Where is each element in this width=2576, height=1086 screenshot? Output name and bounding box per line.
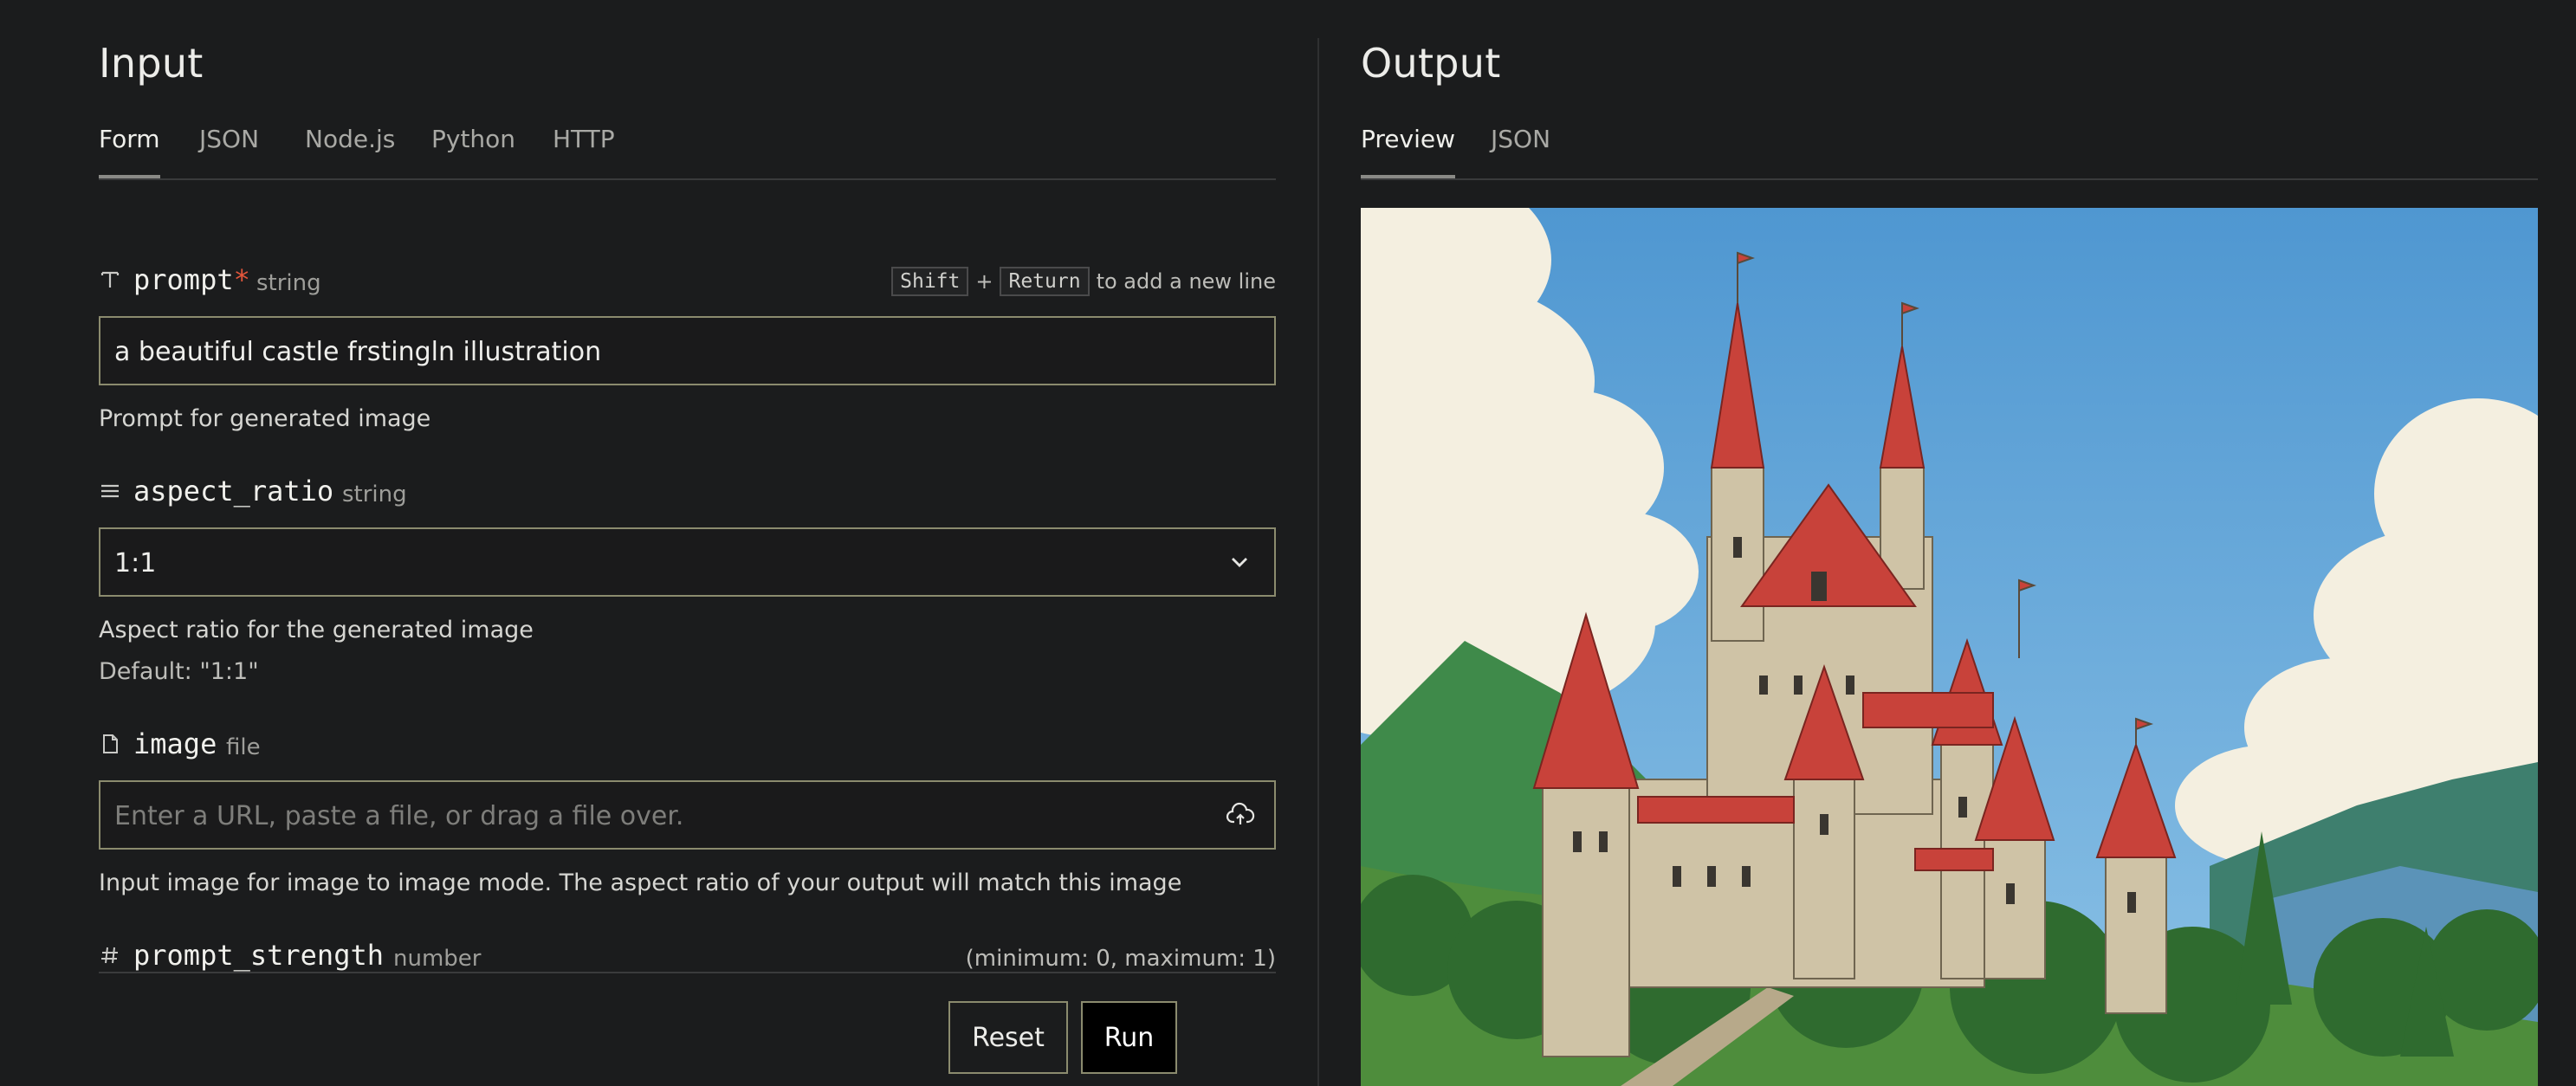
- aspect-ratio-field-header: aspect_ratio string: [99, 473, 1276, 513]
- chevron-down-icon: [1232, 558, 1247, 567]
- aspect-ratio-field-name: aspect_ratio: [133, 475, 334, 507]
- aspect-ratio-select[interactable]: 1:1: [99, 527, 1276, 597]
- prompt-input-value: a beautiful castle frstingln illustratio…: [114, 337, 602, 367]
- tab-json[interactable]: JSON: [199, 125, 259, 153]
- output-panel: Output Preview JSON: [1361, 0, 2538, 1086]
- prompt-description: Prompt for generated image: [99, 405, 431, 432]
- text-type-icon: [99, 268, 125, 294]
- panel-divider: [1317, 38, 1319, 1086]
- tab-http[interactable]: HTTP: [553, 125, 615, 153]
- newline-hint: Shift + Return to add a new line: [891, 267, 1276, 296]
- input-tabs: Form JSON Node.js Python HTTP: [99, 125, 1276, 180]
- prompt-field-name: prompt*: [133, 263, 250, 296]
- upload-cloud-icon[interactable]: [1226, 801, 1255, 831]
- list-type-icon: [99, 480, 125, 506]
- newline-hint-text: to add a new line: [1096, 269, 1276, 294]
- castle-illustration: [1361, 208, 2538, 1086]
- prompt-strength-field-type: number: [393, 946, 482, 972]
- image-input-placeholder: Enter a URL, paste a file, or drag a fil…: [114, 801, 684, 831]
- output-image-castle-illustration[interactable]: [1361, 208, 2538, 1086]
- output-title: Output: [1361, 40, 1501, 87]
- aspect-ratio-description: Aspect ratio for the generated image: [99, 617, 534, 643]
- tab-nodejs[interactable]: Node.js: [305, 125, 395, 153]
- tab-python[interactable]: Python: [431, 125, 515, 153]
- image-field-header: image file: [99, 726, 1276, 766]
- prompt-strength-range: (minimum: 0, maximum: 1): [965, 946, 1276, 972]
- image-field-name: image: [133, 727, 217, 760]
- image-input[interactable]: Enter a URL, paste a file, or drag a fil…: [99, 780, 1276, 850]
- input-title: Input: [99, 40, 204, 87]
- required-marker: *: [233, 263, 250, 296]
- image-description: Input image for image to image mode. The…: [99, 869, 1182, 896]
- run-button[interactable]: Run: [1081, 1001, 1177, 1074]
- tab-preview[interactable]: Preview: [1361, 125, 1455, 178]
- tab-output-json[interactable]: JSON: [1491, 125, 1550, 153]
- number-type-icon: [99, 944, 125, 970]
- image-field-type: file: [226, 734, 261, 760]
- tab-form[interactable]: Form: [99, 125, 160, 178]
- prompt-strength-field-name: prompt_strength: [133, 939, 384, 972]
- plus-sign: +: [975, 269, 994, 294]
- file-type-icon: [99, 733, 125, 759]
- shift-key: Shift: [891, 267, 969, 296]
- reset-button[interactable]: Reset: [948, 1001, 1068, 1074]
- return-key: Return: [1000, 267, 1090, 296]
- aspect-ratio-default: Default: "1:1": [99, 658, 259, 685]
- input-panel: Input Form JSON Node.js Python HTTP prom…: [99, 0, 1276, 1086]
- prompt-field-type: string: [256, 270, 321, 296]
- prompt-input[interactable]: a beautiful castle frstingln illustratio…: [99, 316, 1276, 385]
- prompt-field-header: prompt* string Shift + Return to add a n…: [99, 262, 1276, 301]
- prompt-strength-input-edge[interactable]: [99, 972, 1276, 973]
- output-tabs: Preview JSON: [1361, 125, 2538, 180]
- aspect-ratio-field-type: string: [342, 482, 407, 507]
- aspect-ratio-selected-value: 1:1: [114, 548, 157, 579]
